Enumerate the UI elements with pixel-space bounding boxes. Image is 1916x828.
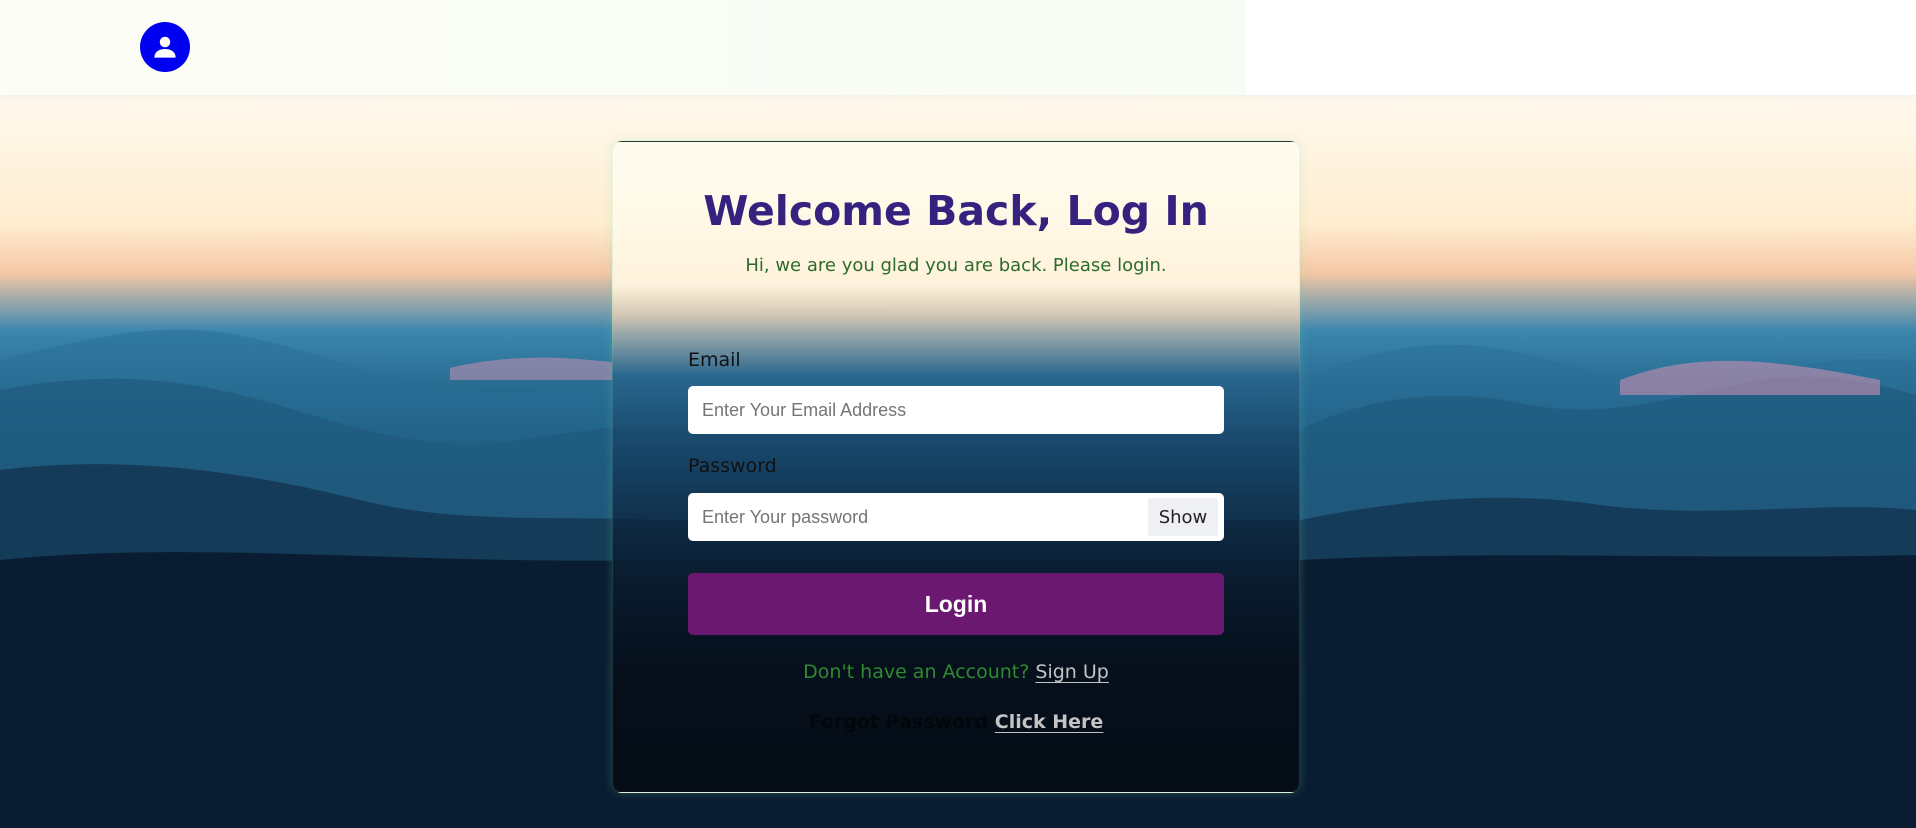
- password-field-wrapper: Show: [688, 493, 1224, 541]
- show-password-button[interactable]: Show: [1148, 498, 1218, 536]
- password-field[interactable]: [688, 493, 1224, 541]
- login-button[interactable]: Login: [688, 573, 1224, 635]
- forgot-password-text: Forgot Password: [808, 711, 989, 733]
- password-label: Password: [688, 455, 777, 477]
- page-subtitle: Hi, we are you glad you are back. Please…: [745, 255, 1167, 276]
- email-label: Email: [688, 349, 741, 371]
- login-page: Welcome Back, Log In Hi, we are you glad…: [0, 0, 1916, 828]
- profile-avatar-button[interactable]: [140, 22, 190, 72]
- user-icon: [154, 36, 176, 58]
- email-field[interactable]: [688, 386, 1224, 434]
- top-navbar: [0, 0, 1916, 95]
- email-field-wrapper: [688, 386, 1224, 434]
- signup-prompt-line: Don't have an Account? Sign Up: [613, 661, 1299, 683]
- signup-link[interactable]: Sign Up: [1035, 661, 1108, 683]
- forgot-password-link[interactable]: Click Here: [995, 711, 1104, 733]
- login-card: Welcome Back, Log In Hi, we are you glad…: [612, 141, 1300, 793]
- forgot-password-line: Forgot Password Click Here: [613, 711, 1299, 733]
- signup-prompt-text: Don't have an Account?: [803, 661, 1030, 683]
- page-title: Welcome Back, Log In: [703, 187, 1209, 235]
